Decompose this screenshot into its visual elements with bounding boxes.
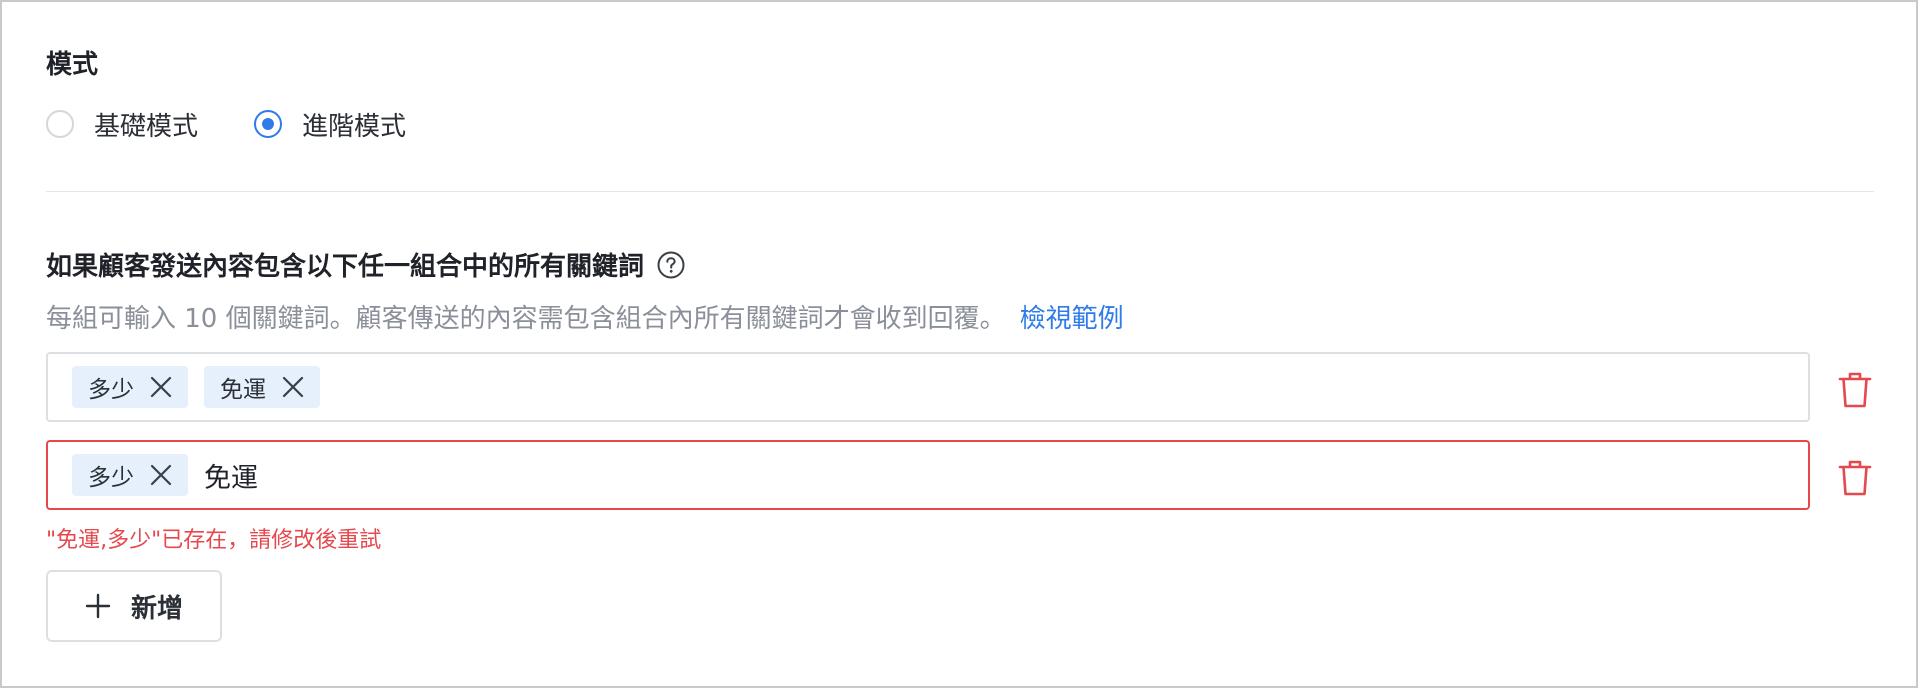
keyword-tag: 免運 bbox=[204, 366, 320, 408]
mode-title: 模式 bbox=[46, 50, 99, 80]
close-icon[interactable] bbox=[148, 374, 174, 400]
settings-panel: 模式 基礎模式 進階模式 如果顧客發送內容包含以下任一組合中的所有關鍵詞 每組可… bbox=[0, 0, 1918, 688]
view-example-link[interactable]: 檢視範例 bbox=[1020, 304, 1124, 334]
keyword-group-2[interactable]: 多少 bbox=[46, 440, 1810, 510]
close-icon[interactable] bbox=[280, 374, 306, 400]
keyword-conditions-title: 如果顧客發送內容包含以下任一組合中的所有關鍵詞 bbox=[46, 246, 686, 283]
section-divider bbox=[46, 191, 1874, 192]
radio-label-advanced: 進階模式 bbox=[302, 111, 407, 142]
trash-icon[interactable] bbox=[1834, 369, 1876, 411]
keyword-description: 每組可輸入 10 個關鍵詞。顧客傳送的內容需包含組合內所有關鍵詞才會收到回覆。檢… bbox=[46, 298, 1124, 335]
keyword-tag-label: 多少 bbox=[88, 377, 134, 403]
add-button-label: 新增 bbox=[130, 593, 183, 624]
plus-icon bbox=[85, 593, 111, 619]
radio-basic-mode[interactable]: 基礎模式 bbox=[46, 106, 198, 142]
trash-icon[interactable] bbox=[1834, 457, 1876, 499]
duplicate-error-message: "免運,多少"已存在，請修改後重試 bbox=[46, 528, 382, 553]
radio-advanced-mode[interactable]: 進階模式 bbox=[254, 106, 406, 142]
keyword-tag: 多少 bbox=[72, 366, 188, 408]
add-keyword-group-button[interactable]: 新增 bbox=[46, 570, 222, 642]
radio-circle-checked[interactable] bbox=[254, 110, 282, 138]
keyword-tag-label: 多少 bbox=[88, 465, 134, 491]
keyword-input[interactable] bbox=[204, 459, 804, 491]
keyword-tag: 多少 bbox=[72, 454, 188, 496]
radio-label-basic: 基礎模式 bbox=[94, 111, 199, 142]
keyword-tag-label: 免運 bbox=[220, 377, 266, 403]
radio-circle-unchecked[interactable] bbox=[46, 110, 74, 138]
keyword-input[interactable] bbox=[336, 371, 936, 403]
keyword-group-1[interactable]: 多少 免運 bbox=[46, 352, 1810, 422]
description-text: 每組可輸入 10 個關鍵詞。顧客傳送的內容需包含組合內所有關鍵詞才會收到回覆。 bbox=[46, 304, 1006, 334]
close-icon[interactable] bbox=[148, 462, 174, 488]
keyword-conditions-title-text: 如果顧客發送內容包含以下任一組合中的所有關鍵詞 bbox=[46, 252, 645, 282]
question-circle-icon[interactable] bbox=[656, 250, 686, 280]
